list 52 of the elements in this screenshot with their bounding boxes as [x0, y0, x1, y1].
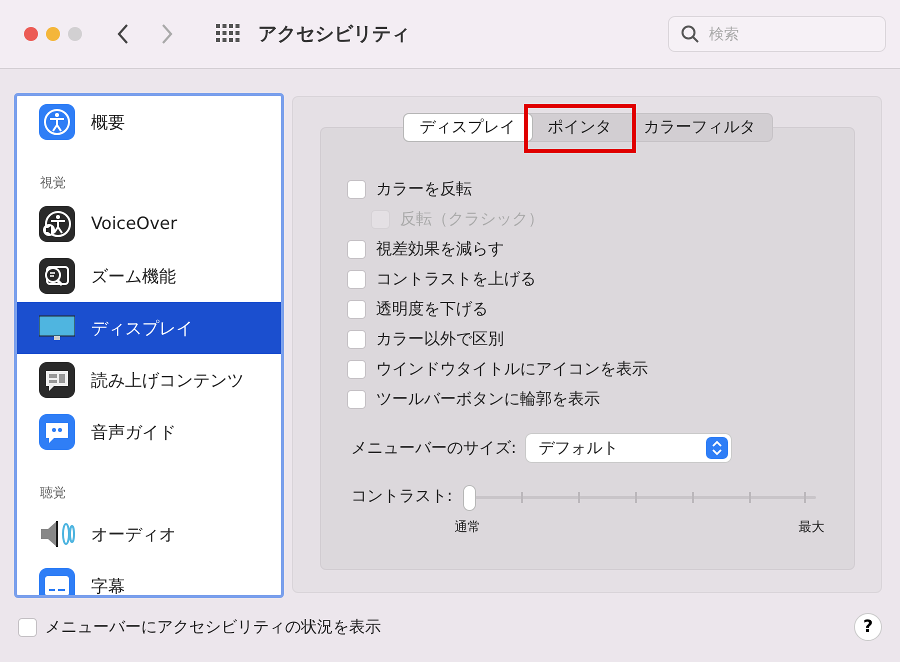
checkbox-label: ウインドウタイトルにアイコンを表示 [376, 358, 648, 380]
sidebar-item[interactable]: オーディオ [17, 508, 281, 560]
sidebar-item[interactable]: 音声ガイド [17, 406, 281, 458]
quote-bubble-icon [39, 414, 75, 450]
close-button[interactable] [24, 27, 38, 41]
window-title: アクセシビリティ [258, 22, 410, 47]
checkbox-label: 透明度を下げる [376, 298, 488, 320]
captions-icon [39, 568, 75, 595]
checkbox[interactable] [347, 240, 366, 258]
slider-min-label: 通常 [454, 519, 480, 536]
sidebar-item[interactable]: 字幕 [17, 560, 281, 595]
stepper-icon [706, 437, 728, 459]
field-label: メニューバーのサイズ: [351, 438, 516, 458]
tab[interactable]: カラーフィルタ [628, 114, 772, 141]
search-field[interactable]: 検索 [668, 16, 886, 52]
checkbox-label: カラーを反転 [376, 178, 472, 200]
checkbox[interactable] [347, 330, 366, 348]
checkbox-label: カラー以外で区別 [376, 328, 504, 350]
checkbox[interactable] [18, 618, 37, 636]
sidebar-item[interactable]: ズーム機能 [17, 250, 281, 302]
slider-label: コントラスト: [351, 486, 452, 507]
sidebar-item[interactable]: 概要 [17, 96, 281, 148]
checkbox[interactable] [347, 390, 366, 408]
sidebar-item[interactable]: VoiceOver [17, 198, 281, 250]
checkbox[interactable] [347, 270, 366, 288]
slider-max-label: 最大 [798, 519, 824, 536]
back-button[interactable] [116, 23, 130, 45]
sidebar-item[interactable]: 読み上げコンテンツ [17, 354, 281, 406]
search-icon [681, 25, 699, 43]
accessibility-icon [39, 104, 75, 140]
checkbox-label: メニューバーにアクセシビリティの状況を表示 [45, 616, 381, 638]
minimize-button[interactable] [46, 27, 60, 41]
zoom-button[interactable] [68, 27, 82, 41]
grid-icon[interactable] [216, 24, 240, 44]
magnifier-icon [39, 258, 75, 294]
checkbox[interactable] [347, 300, 366, 318]
checkbox-label: 視差効果を減らす [376, 238, 504, 260]
accessibility-speaker-icon [39, 206, 75, 242]
section-header: 視覚 [39, 175, 67, 193]
sidebar-item[interactable]: ディスプレイ [17, 302, 281, 354]
size-dropdown[interactable]: デフォルト [526, 434, 732, 462]
tab[interactable]: ディスプレイ [404, 114, 532, 141]
checkbox-label: コントラストを上げる [376, 268, 536, 290]
contrast-slider[interactable] [464, 486, 816, 510]
section-header: 聴覚 [39, 485, 67, 503]
slider-thumb[interactable] [464, 486, 476, 510]
checkbox-label: ツールバーボタンに輪郭を表示 [376, 388, 600, 410]
help-button[interactable]: ? [854, 613, 882, 641]
checkbox[interactable] [347, 360, 366, 378]
checkbox[interactable] [347, 180, 366, 198]
speech-bubble-icon [39, 362, 75, 398]
tab[interactable]: ポインタ [532, 114, 628, 141]
